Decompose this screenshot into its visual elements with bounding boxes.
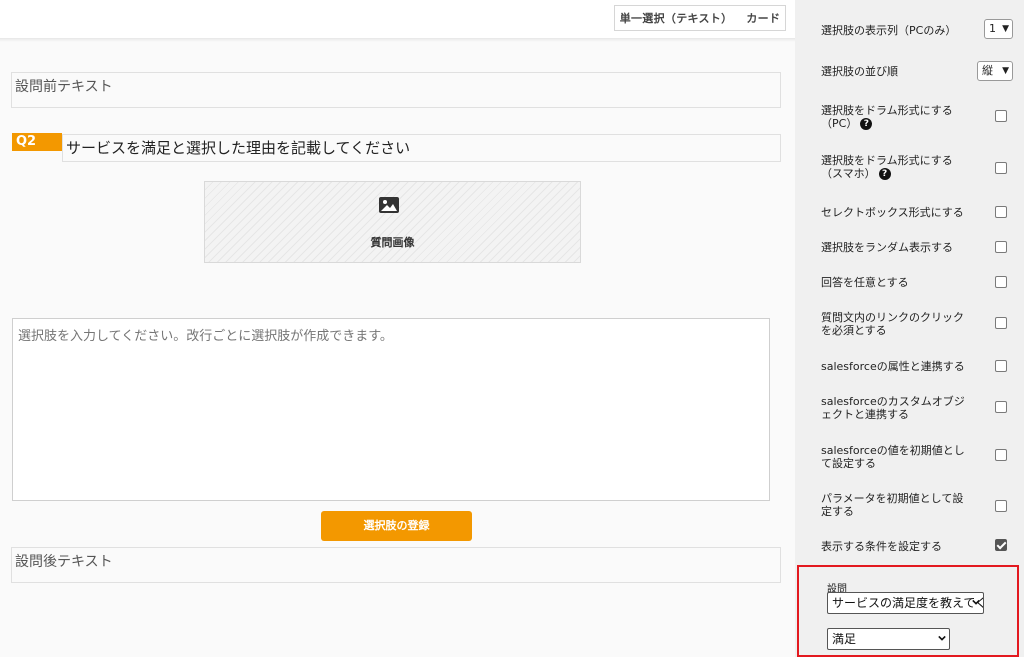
option-random-order-label: 選択肢をランダム表示する (821, 241, 953, 254)
chevron-down-icon: ▼ (1002, 24, 1009, 34)
condition-question-select[interactable]: サービスの満足度を教えてください (827, 592, 984, 614)
option-parameter-initial-value-label: パラメータを初期値として設定する (821, 492, 964, 518)
option-optional-answer-label: 回答を任意とする (821, 276, 909, 289)
condition-answer-select[interactable]: 満足 (827, 628, 950, 650)
option-random-order-checkbox[interactable] (995, 241, 1007, 253)
settings-sidebar: 選択肢の表示列（PCのみ） 1 ▼ 選択肢の並び順 縦 ▼ 選択肢をドラム形式に… (803, 0, 1024, 657)
option-salesforce-initial-value-checkbox[interactable] (995, 449, 1007, 461)
display-condition-panel: 設問 サービスの満足度を教えてください 満足 (797, 565, 1019, 657)
chevron-down-icon: ▼ (1002, 66, 1009, 76)
choice-order-value: 縦 (982, 64, 993, 77)
question-image-label: 質問画像 (370, 236, 415, 249)
option-salesforce-attribute-label: salesforceの属性と連携する (821, 360, 965, 373)
question-image-dropzone[interactable]: 質問画像 (204, 181, 581, 263)
help-icon[interactable]: ? (878, 168, 891, 180)
option-select-box-label: セレクトボックス形式にする (821, 206, 964, 219)
option-link-click-required-label: 質問文内のリンクのクリックを必須とする (821, 311, 964, 337)
choices-input[interactable] (12, 318, 770, 501)
chevron-down-icon (972, 599, 980, 605)
option-salesforce-initial-value-label: salesforceの値を初期値として設定する (821, 444, 965, 470)
view-type-label: カード (746, 12, 781, 25)
editor-toolbar: 単一選択（テキスト） カード (0, 0, 795, 42)
option-display-condition-checkbox[interactable] (995, 539, 1007, 551)
image-icon (377, 195, 401, 215)
option-optional-answer-checkbox[interactable] (995, 276, 1007, 288)
post-question-text-field[interactable]: 設問後テキスト (11, 547, 781, 583)
pre-question-text-placeholder: 設問前テキスト (15, 79, 113, 95)
chevron-down-icon (938, 635, 946, 641)
display-columns-label: 選択肢の表示列（PCのみ） (821, 24, 957, 37)
option-select-box-checkbox[interactable] (995, 206, 1007, 218)
option-drum-pc-label: 選択肢をドラム形式にする（PC） (821, 104, 953, 130)
choice-order-label: 選択肢の並び順 (821, 65, 898, 78)
question-type-label: 単一選択（テキスト） (619, 12, 733, 25)
option-drum-pc-checkbox[interactable] (995, 110, 1007, 122)
option-salesforce-custom-object-label: salesforceのカスタムオブジェクトと連携する (821, 395, 965, 421)
option-link-click-required-checkbox[interactable] (995, 317, 1007, 329)
help-icon[interactable]: ? (860, 118, 873, 130)
choice-order-select[interactable]: 縦 ▼ (977, 61, 1013, 81)
question-type-chip[interactable]: 単一選択（テキスト） カード (614, 5, 786, 31)
option-salesforce-attribute-checkbox[interactable] (995, 360, 1007, 372)
question-editor: 単一選択（テキスト） カード 設問前テキスト Q2 サービスを満足と選択した理由… (0, 0, 795, 657)
option-salesforce-custom-object-checkbox[interactable] (995, 401, 1007, 413)
option-parameter-initial-value-checkbox[interactable] (995, 500, 1007, 512)
register-choices-button[interactable]: 選択肢の登録 (321, 511, 472, 541)
question-number-badge: Q2 (12, 133, 62, 151)
display-columns-select[interactable]: 1 ▼ (984, 19, 1013, 39)
option-drum-smartphone-checkbox[interactable] (995, 162, 1007, 174)
condition-answer-value: 満足 (832, 632, 857, 646)
display-columns-value: 1 (989, 22, 996, 35)
question-title-field[interactable]: サービスを満足と選択した理由を記載してください (62, 134, 781, 162)
pre-question-text-field[interactable]: 設問前テキスト (11, 72, 781, 108)
post-question-text-placeholder: 設問後テキスト (15, 554, 113, 570)
condition-question-value: サービスの満足度を教えてください (832, 596, 983, 610)
option-display-condition-label: 表示する条件を設定する (821, 540, 942, 553)
